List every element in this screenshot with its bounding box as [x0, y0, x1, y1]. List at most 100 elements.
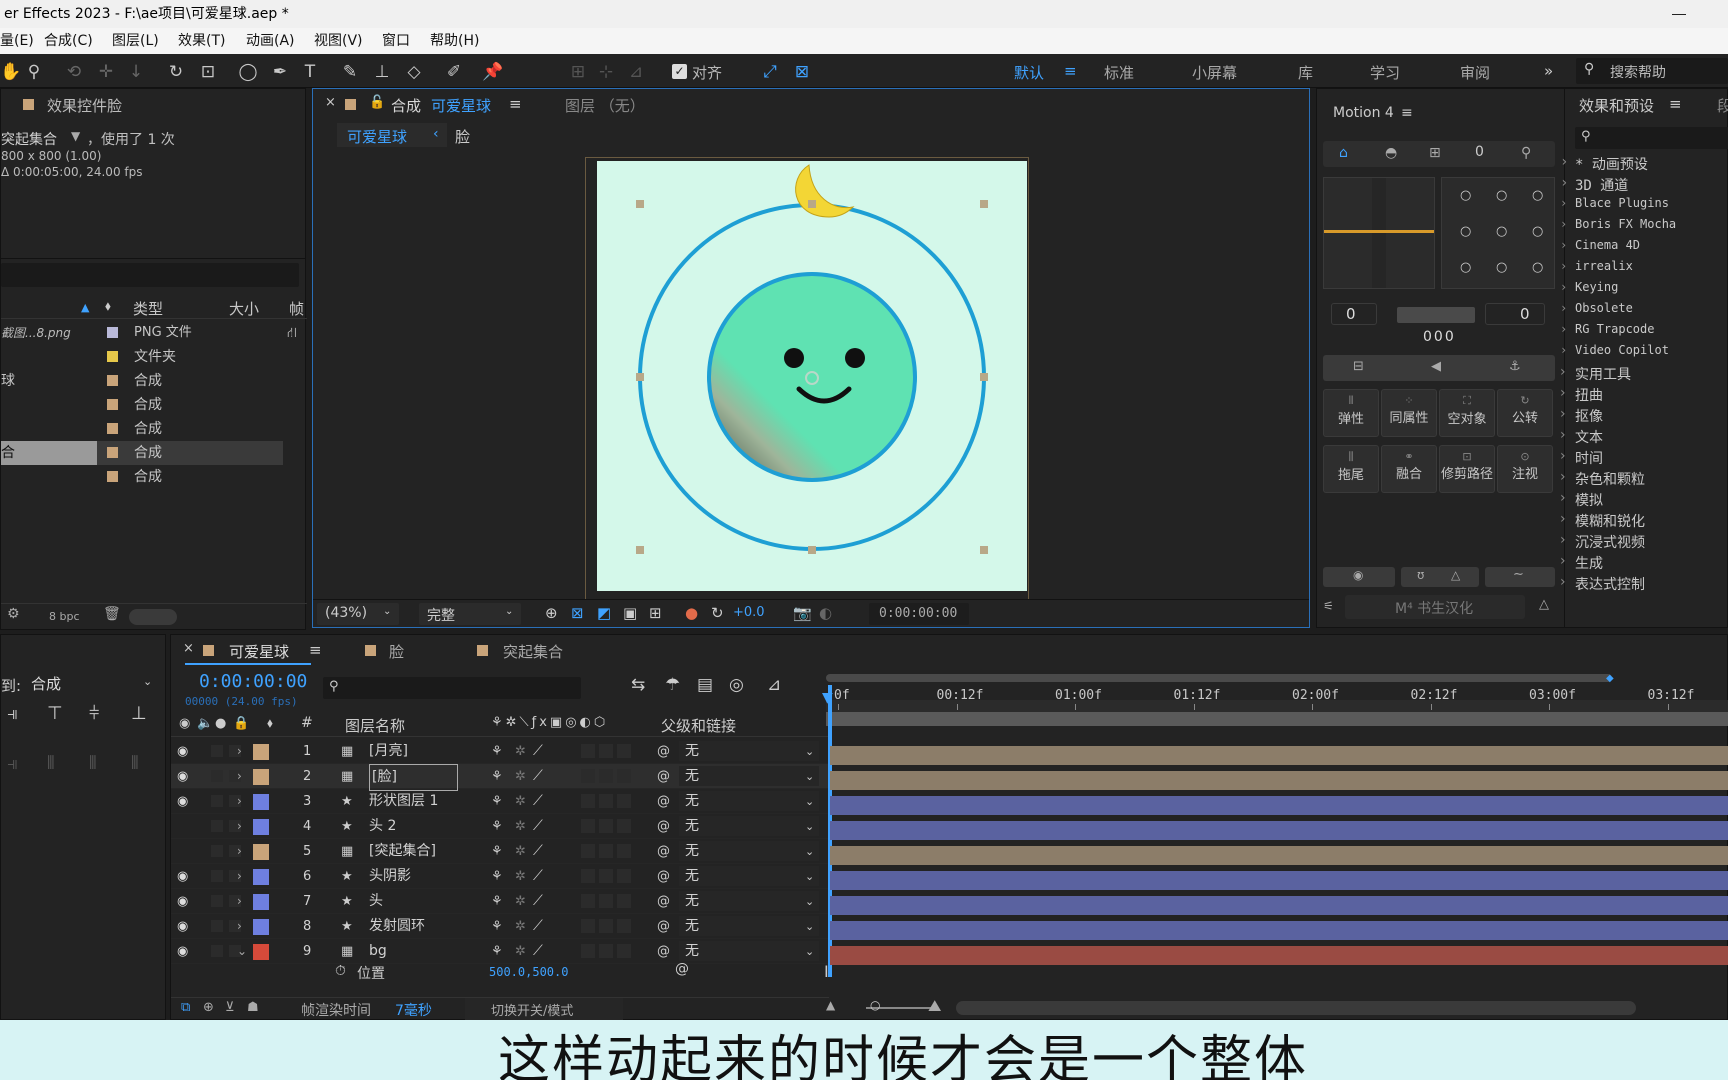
zoom-dropdown[interactable]: (43%) ⌄	[317, 603, 399, 625]
motion-blur-switch[interactable]	[599, 844, 613, 858]
fx-time[interactable]: 时间	[1560, 448, 1603, 468]
shy-switch-icon[interactable]: ⚘	[491, 789, 503, 814]
pickwhip-icon[interactable]: @	[675, 961, 689, 977]
fx-text[interactable]: 文本	[1560, 427, 1603, 447]
snap-icon[interactable]: ⤢	[760, 62, 780, 82]
chevron-right-icon[interactable]: ›	[237, 814, 242, 839]
mask-visibility-icon[interactable]: ◩	[597, 604, 611, 622]
fx-simulation[interactable]: 模拟	[1560, 490, 1603, 510]
motion-value-left[interactable]: 0	[1331, 303, 1377, 325]
zoom-in-icon[interactable]: ⛰	[928, 996, 941, 1016]
adjustment-switch[interactable]	[617, 869, 631, 883]
parent-dropdown[interactable]: 无 ⌄	[679, 916, 819, 936]
anchor-dot[interactable]: ○	[1460, 224, 1471, 239]
reset-exposure-icon[interactable]: ↻	[711, 604, 724, 622]
collapse-switch-icon[interactable]: ✲	[515, 739, 526, 764]
project-item[interactable]: 文件夹	[1, 345, 307, 369]
eye-icon[interactable]: ◉	[177, 864, 188, 889]
motion-curve-graph[interactable]	[1323, 177, 1435, 289]
breadcrumb-face[interactable]: 脸	[455, 126, 470, 147]
shy-icon[interactable]: ☗	[247, 1000, 259, 1015]
pan-tool-icon[interactable]: ✛	[96, 62, 116, 82]
layer-name[interactable]: 头阴影	[369, 864, 411, 889]
distribute-icon[interactable]: ⫴	[89, 753, 97, 774]
quality-switch-icon[interactable]: ⟋	[533, 889, 543, 914]
eye-icon[interactable]: ◉	[177, 764, 188, 789]
workspace-library[interactable]: 库	[1298, 62, 1313, 83]
comp-tab-name[interactable]: 可爱星球	[431, 95, 491, 116]
clone-stamp-icon[interactable]: ⊥	[372, 62, 392, 82]
look-at-button[interactable]: ⊙ 注视	[1497, 445, 1553, 493]
project-item[interactable]: 合成	[1, 465, 307, 489]
adjustment-switch[interactable]	[617, 819, 631, 833]
handle[interactable]	[636, 373, 644, 381]
shy-switch-icon[interactable]: ⚘	[491, 739, 503, 764]
workspace-standard[interactable]: 标准	[1104, 62, 1134, 83]
adjustment-switch[interactable]	[617, 794, 631, 808]
handle[interactable]	[980, 546, 988, 554]
eraser-tool-icon[interactable]: ◇	[404, 62, 424, 82]
layer-bar-3[interactable]	[830, 796, 1728, 815]
parent-dropdown[interactable]: 无 ⌄	[679, 741, 819, 761]
solo-box[interactable]	[211, 895, 223, 907]
layer-bar-4[interactable]	[830, 821, 1728, 840]
shy-switch-icon[interactable]: ⚘	[491, 864, 503, 889]
pickwhip-icon[interactable]: @	[657, 739, 670, 764]
work-area-bar[interactable]	[826, 674, 1612, 682]
same-property-button[interactable]: ⁘ 同属性	[1381, 389, 1437, 437]
layer-bar-9[interactable]	[830, 946, 1728, 965]
layer-label-color[interactable]	[253, 844, 269, 860]
label-col-icon[interactable]: ⬧	[267, 716, 273, 731]
graph-editor-icon[interactable]: ⊿	[767, 675, 781, 695]
motion-title[interactable]: Motion 4	[1333, 105, 1394, 121]
layer-label-color[interactable]	[253, 744, 269, 760]
quality-switch-icon[interactable]: ⟋	[533, 864, 543, 889]
text-tool-icon[interactable]: T	[300, 62, 320, 82]
interpret-footage-icon[interactable]: ⚙	[7, 606, 20, 622]
menu-window[interactable]: 窗口	[382, 28, 410, 54]
pickwhip-icon[interactable]: @	[657, 814, 670, 839]
pickwhip-icon[interactable]: @	[657, 914, 670, 939]
snapshot-icon[interactable]: 📷	[793, 604, 812, 622]
handle[interactable]	[636, 200, 644, 208]
lock-icon[interactable]: 🔓	[369, 95, 385, 110]
align-to-dropdown[interactable]: 合成 ⌄	[27, 671, 159, 695]
comp-dropdown-icon[interactable]: ▼	[71, 129, 80, 143]
menu-view[interactable]: 视图(V)	[314, 28, 363, 54]
workspace-menu-icon[interactable]: ≡	[1064, 62, 1077, 80]
layer-name[interactable]: [脸]	[369, 764, 458, 791]
reverse-icon[interactable]: ◀	[1431, 359, 1441, 374]
quality-switch-icon[interactable]: ⟋	[533, 839, 543, 864]
layer-bar-8[interactable]	[830, 921, 1728, 940]
project-item[interactable]: 截图...8.png PNG 文件 ⛙	[1, 321, 307, 345]
chevron-right-icon[interactable]: ›	[237, 789, 242, 814]
adjustment-switch[interactable]	[617, 844, 631, 858]
anchor-grid[interactable]: ○ ○ ○ ○ ○ ○ ○ ○ ○	[1441, 177, 1555, 289]
layer-search-input[interactable]: ⚲	[323, 677, 581, 699]
trash-icon[interactable]: 🗑	[103, 606, 121, 622]
fx-switch[interactable]	[581, 744, 595, 758]
timeline-scrollbar[interactable]	[956, 1001, 1636, 1015]
settings-icon[interactable]: ⚟	[1323, 599, 1334, 613]
fx-utility[interactable]: 实用工具	[1560, 364, 1631, 384]
project-item[interactable]: 球 合成	[1, 369, 307, 393]
handle[interactable]	[808, 546, 816, 554]
project-item-selected[interactable]: 合 合成	[1, 441, 307, 465]
handle[interactable]	[636, 546, 644, 554]
viewer-timecode[interactable]: 0:00:00:00	[869, 603, 969, 625]
fx-animation-presets[interactable]: * 动画预设	[1560, 154, 1648, 174]
collapse-switch-icon[interactable]: ✲	[515, 839, 526, 864]
label-tag-icon[interactable]: ⬧	[105, 299, 111, 314]
keyframe-ibeam-icon[interactable]: I	[824, 962, 829, 981]
layer-bar-7[interactable]	[830, 896, 1728, 915]
adjustment-switch[interactable]	[617, 744, 631, 758]
layer-row-4[interactable]: › 4 ★ 头 2 ⚘ ✲ ⟋ @ 无 ⌄	[171, 814, 829, 839]
parent-dropdown[interactable]: 无 ⌄	[679, 941, 819, 961]
align-vcenter-icon[interactable]: ⫩	[89, 703, 99, 724]
show-snapshot-icon[interactable]: ◐	[819, 604, 832, 622]
layer-label-color[interactable]	[253, 894, 269, 910]
fx-cinema-4d[interactable]: Cinema 4D	[1560, 238, 1640, 252]
region-of-interest-icon[interactable]: ▣	[623, 604, 637, 622]
grid-icon[interactable]: ⊞	[1429, 145, 1441, 161]
quality-switch-icon[interactable]: ⟋	[533, 814, 543, 839]
